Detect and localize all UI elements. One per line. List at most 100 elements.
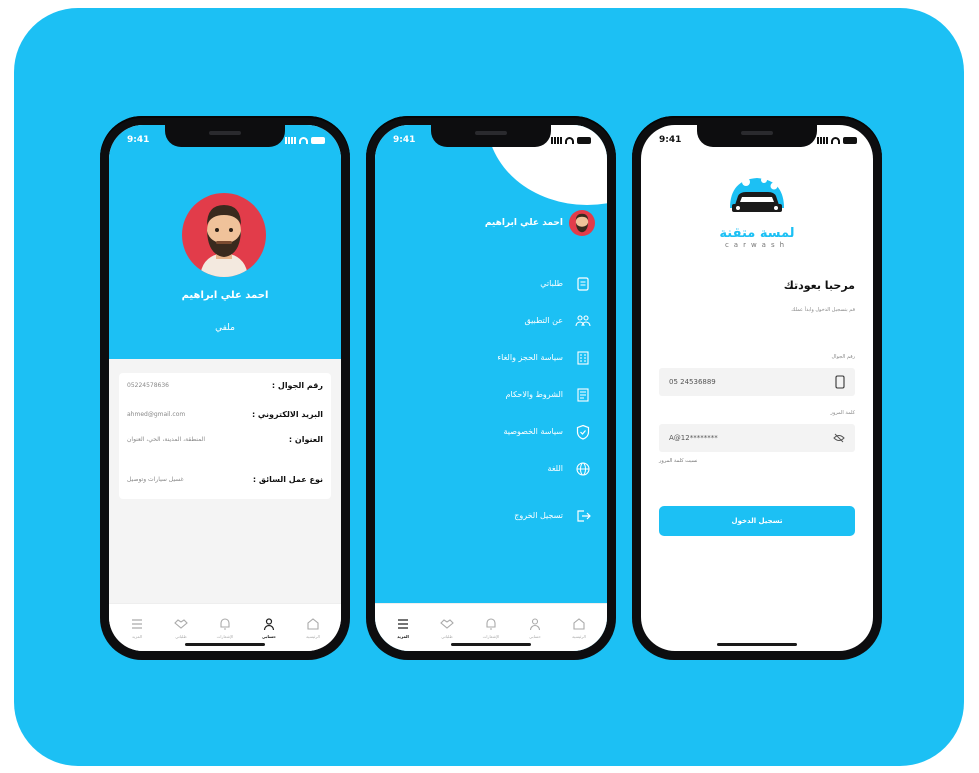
phone-menu: 9:41 احمد علي ابراهيم طلباتي عن التطبيق (366, 116, 616, 660)
tab-label: الرئيسية (306, 633, 320, 639)
user-icon (263, 617, 275, 630)
car-logo-icon (730, 177, 784, 212)
welcome-title: مرحبا بعودتك (783, 279, 855, 292)
bell-icon (220, 617, 230, 630)
tab-label: المزيد (131, 633, 143, 639)
menu-item-privacy[interactable]: سياسة الخصوصية (391, 413, 591, 450)
menu-item-label: طلباتي (540, 279, 563, 288)
menu-icon (398, 618, 408, 629)
info-value: ahmed@gmail.com (127, 411, 186, 418)
home-icon (573, 617, 585, 630)
tab-label: الإشعارات (482, 633, 500, 639)
tab-more[interactable]: المزيد (120, 617, 154, 639)
mobile-icon (835, 375, 845, 389)
brand-subtitle: carwash (724, 241, 790, 249)
info-label: البريد الالكتروني : (251, 410, 323, 419)
signal-icon (551, 136, 562, 144)
info-value: 05224578636 (127, 382, 169, 389)
tab-home[interactable]: الرئيسية (562, 617, 596, 639)
tab-label: المزيد (397, 633, 409, 639)
battery-icon (577, 136, 591, 144)
status-bar: 9:41 (393, 133, 591, 147)
info-row-work-type: نوع عمل السائق : غسيل سيارات وتوصيل (127, 475, 323, 484)
brand-name: لمسة متقنة (719, 226, 795, 241)
info-label: العنوان : (288, 435, 323, 444)
menu-item-about[interactable]: عن التطبيق (391, 302, 591, 339)
tab-label: الرئيسية (572, 633, 586, 639)
bell-icon (486, 617, 496, 630)
tab-home[interactable]: الرئيسية (296, 617, 330, 639)
tab-more[interactable]: المزيد (386, 617, 420, 639)
avatar[interactable] (182, 193, 266, 277)
phone-login: 9:41 لمسة متقنة carwash مرحبا بعودتك قم … (632, 116, 882, 660)
tab-label: طلباتي (175, 633, 187, 639)
avatar (569, 210, 595, 236)
menu-item-label: اللغة (547, 464, 563, 473)
info-value: غسيل سيارات وتوصيل (127, 476, 184, 483)
user-icon (529, 617, 541, 630)
menu-item-label: سياسة الخصوصية (503, 427, 563, 436)
phone-field[interactable]: 05 24536889 (659, 368, 855, 396)
avatar-face-icon (200, 205, 248, 277)
status-bar: 9:41 (127, 133, 325, 147)
signal-icon (817, 136, 828, 144)
handshake-icon (440, 618, 454, 629)
info-row-address: العنوان : المنطقة، المدينة، الحي، العنوا… (127, 435, 323, 444)
forgot-password-link[interactable]: نسيت كلمة المرور (659, 458, 697, 464)
booking-policy-icon (577, 350, 589, 365)
info-value: المنطقة، المدينة، الحي، العنوان (127, 436, 206, 443)
menu-item-label: عن التطبيق (524, 316, 563, 325)
shield-icon (576, 424, 590, 440)
phone-value: 05 24536889 (669, 378, 716, 386)
tab-orders[interactable]: طلباتي (430, 617, 464, 639)
profile-info-card: رقم الجوال : 05224578636 البريد الالكترو… (119, 373, 331, 499)
menu-user[interactable]: احمد علي ابراهيم (485, 210, 595, 236)
password-label: كلمة المرور (830, 410, 855, 416)
info-row-phone: رقم الجوال : 05224578636 (127, 381, 323, 390)
phone-label: رقم الجوال (831, 354, 855, 360)
status-time: 9:41 (127, 135, 150, 145)
logout-icon (577, 509, 591, 522)
signal-icon (285, 136, 296, 144)
profile-info-section: رقم الجوال : 05224578636 البريد الالكترو… (109, 359, 341, 603)
menu-screen: 9:41 احمد علي ابراهيم طلباتي عن التطبيق (375, 125, 607, 651)
menu-item-label: الشروط والاحكام (505, 390, 563, 399)
menu-item-language[interactable]: اللغة (391, 450, 591, 487)
orders-icon (577, 276, 589, 291)
login-button[interactable]: تسجيل الدخول (659, 506, 855, 536)
battery-icon (311, 136, 325, 144)
tab-account[interactable]: حسابي (518, 617, 552, 639)
info-row-email: البريد الالكتروني : ahmed@gmail.com (127, 410, 323, 419)
tab-notifications[interactable]: الإشعارات (208, 617, 242, 639)
tab-label: طلباتي (441, 633, 453, 639)
globe-icon (576, 461, 590, 476)
tab-label: الإشعارات (216, 633, 234, 639)
battery-icon (843, 136, 857, 144)
wifi-icon (831, 136, 840, 144)
my-profile-link[interactable]: ملفي (109, 323, 341, 333)
welcome-subtitle: قم بتسجيل الدخول وابدأ عملك (791, 307, 855, 313)
password-field[interactable]: A@12******** (659, 424, 855, 452)
menu-icon (132, 618, 142, 629)
menu-item-terms[interactable]: الشروط والاحكام (391, 376, 591, 413)
menu-item-orders[interactable]: طلباتي (391, 265, 591, 302)
menu-item-label: تسجيل الخروج (514, 511, 563, 520)
wifi-icon (299, 136, 308, 144)
tab-label: حسابي (261, 633, 276, 639)
status-time: 9:41 (393, 135, 416, 145)
menu-item-logout[interactable]: تسجيل الخروج (391, 497, 591, 534)
login-screen: 9:41 لمسة متقنة carwash مرحبا بعودتك قم … (641, 125, 873, 651)
tab-orders[interactable]: طلباتي (164, 617, 198, 639)
menu-item-label: سياسة الحجز والغاء (497, 353, 563, 362)
avatar-face-icon (575, 213, 589, 233)
handshake-icon (174, 618, 188, 629)
terms-icon (577, 387, 589, 402)
tab-notifications[interactable]: الإشعارات (474, 617, 508, 639)
home-icon (307, 617, 319, 630)
eye-off-icon[interactable] (833, 433, 845, 443)
home-indicator (451, 643, 531, 646)
info-label: رقم الجوال : (271, 381, 323, 390)
phone-profile: 9:41 احمد علي ابراهيم ملفي رقم الجوال : … (100, 116, 350, 660)
menu-item-booking-policy[interactable]: سياسة الحجز والغاء (391, 339, 591, 376)
tab-account[interactable]: حسابي (252, 617, 286, 639)
